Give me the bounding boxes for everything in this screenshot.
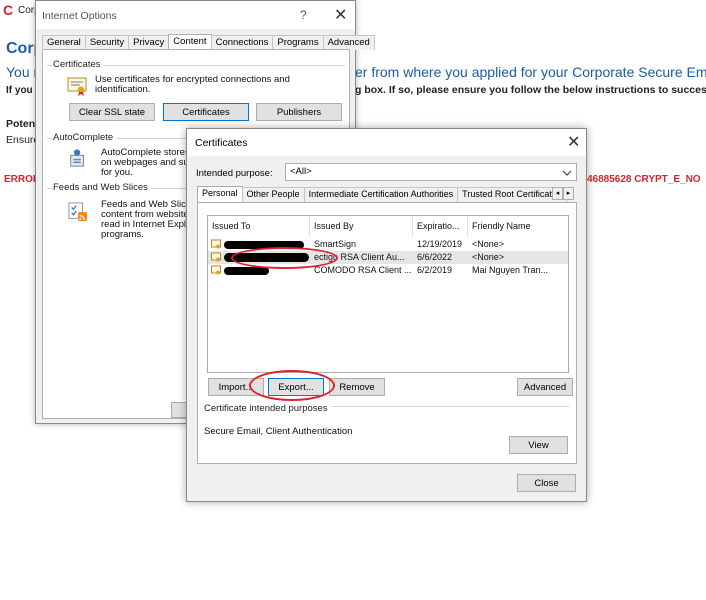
tab-privacy[interactable]: Privacy bbox=[128, 35, 170, 50]
tab-trusted-root[interactable]: Trusted Root Certification bbox=[457, 187, 568, 203]
help-icon[interactable]: ? bbox=[300, 8, 307, 22]
remove-button[interactable]: Remove bbox=[329, 378, 385, 396]
certificate-icon bbox=[211, 252, 221, 262]
page-text-left: If you bbox=[6, 85, 33, 96]
certificates-titlebar[interactable]: Certificates ✕ bbox=[187, 129, 586, 156]
page-subtitle-right: er from where you applied for your Corpo… bbox=[355, 64, 706, 80]
autocomplete-icon bbox=[70, 149, 84, 167]
tab-intermediate-ca[interactable]: Intermediate Certification Authorities bbox=[303, 187, 459, 203]
issued-by-cell: SmartSign bbox=[314, 239, 357, 249]
red-annotation-ellipse bbox=[249, 370, 335, 401]
close-button[interactable]: Close bbox=[517, 474, 576, 492]
column-issued-to[interactable]: Issued To bbox=[208, 216, 310, 236]
purposes-label: Certificate intended purposes bbox=[204, 403, 331, 414]
certificates-description: Use certificates for encrypted connectio… bbox=[95, 74, 290, 95]
purposes-value: Secure Email, Client Authentication bbox=[204, 426, 353, 437]
autocomplete-group-label: AutoComplete bbox=[53, 132, 117, 143]
tab-scroll-left-icon[interactable]: ◂ bbox=[552, 187, 563, 200]
certificates-button[interactable]: Certificates bbox=[163, 103, 249, 121]
publishers-button[interactable]: Publishers bbox=[256, 103, 342, 121]
close-icon[interactable]: ✕ bbox=[334, 5, 347, 25]
certificates-group-label: Certificates bbox=[53, 59, 104, 70]
brand-logo-icon: C bbox=[3, 2, 14, 18]
tab-security[interactable]: Security bbox=[84, 35, 130, 50]
feeds-group-label: Feeds and Web Slices bbox=[53, 182, 151, 193]
tab-content[interactable]: Content bbox=[168, 34, 212, 50]
tab-general[interactable]: General bbox=[42, 35, 86, 50]
column-expiration[interactable]: Expiratio... bbox=[413, 216, 468, 236]
potential-heading: Potent bbox=[6, 118, 39, 130]
red-annotation-ellipse bbox=[231, 247, 338, 269]
clear-ssl-state-button[interactable]: Clear SSL state bbox=[69, 103, 155, 121]
internet-options-title: Internet Options bbox=[42, 10, 117, 22]
page-text-right: g box. If so, please ensure you follow t… bbox=[355, 84, 706, 96]
intended-purpose-value: <All> bbox=[290, 166, 312, 177]
expiration-cell: 6/6/2022 bbox=[417, 252, 453, 262]
certificate-icon bbox=[211, 265, 221, 275]
certificate-icon bbox=[211, 239, 221, 249]
certificates-tabs: Personal Other People Intermediate Certi… bbox=[197, 186, 568, 203]
tab-scroll-arrows: ◂ ▸ bbox=[552, 187, 574, 200]
expiration-cell: 12/19/2019 bbox=[417, 239, 463, 249]
feeds-icon bbox=[68, 202, 88, 222]
tab-personal[interactable]: Personal bbox=[197, 186, 243, 203]
friendly-name-cell: <None> bbox=[472, 252, 505, 262]
certificate-icon bbox=[67, 77, 87, 96]
intended-purpose-select[interactable]: <All> bbox=[285, 163, 577, 181]
friendly-name-cell: Mai Nguyen Tran... bbox=[472, 265, 549, 275]
close-icon[interactable]: ✕ bbox=[567, 132, 580, 152]
tab-programs[interactable]: Programs bbox=[272, 35, 324, 50]
tab-connections[interactable]: Connections bbox=[210, 35, 274, 50]
internet-options-tabs: General Security Privacy Content Connect… bbox=[42, 34, 375, 50]
tab-other-people[interactable]: Other People bbox=[241, 187, 305, 203]
certificates-title: Certificates bbox=[195, 137, 248, 149]
error-text-right: 46885628 CRYPT_E_NO bbox=[587, 174, 701, 185]
issued-by-cell: COMODO RSA Client ... bbox=[314, 265, 412, 275]
page-subtitle-left: You r bbox=[6, 64, 39, 80]
expiration-cell: 6/2/2019 bbox=[417, 265, 453, 275]
certificate-list[interactable]: Issued To Issued By Expiratio... Friendl… bbox=[207, 215, 569, 373]
view-button[interactable]: View bbox=[509, 436, 568, 454]
column-issued-by[interactable]: Issued By bbox=[310, 216, 413, 236]
personal-tab-panel: Issued To Issued By Expiratio... Friendl… bbox=[197, 202, 577, 464]
internet-options-titlebar[interactable]: Internet Options ? ✕ bbox=[36, 1, 355, 29]
column-friendly-name[interactable]: Friendly Name bbox=[468, 216, 568, 236]
advanced-button[interactable]: Advanced bbox=[517, 378, 573, 396]
intended-purpose-label: Intended purpose: bbox=[196, 168, 273, 179]
redacted-name bbox=[224, 267, 269, 275]
tab-advanced[interactable]: Advanced bbox=[322, 35, 375, 50]
tab-scroll-right-icon[interactable]: ▸ bbox=[563, 187, 574, 200]
certificates-dialog: Certificates ✕ Intended purpose: <All> P… bbox=[186, 128, 587, 502]
friendly-name-cell: <None> bbox=[472, 239, 505, 249]
chevron-down-icon bbox=[562, 170, 572, 176]
